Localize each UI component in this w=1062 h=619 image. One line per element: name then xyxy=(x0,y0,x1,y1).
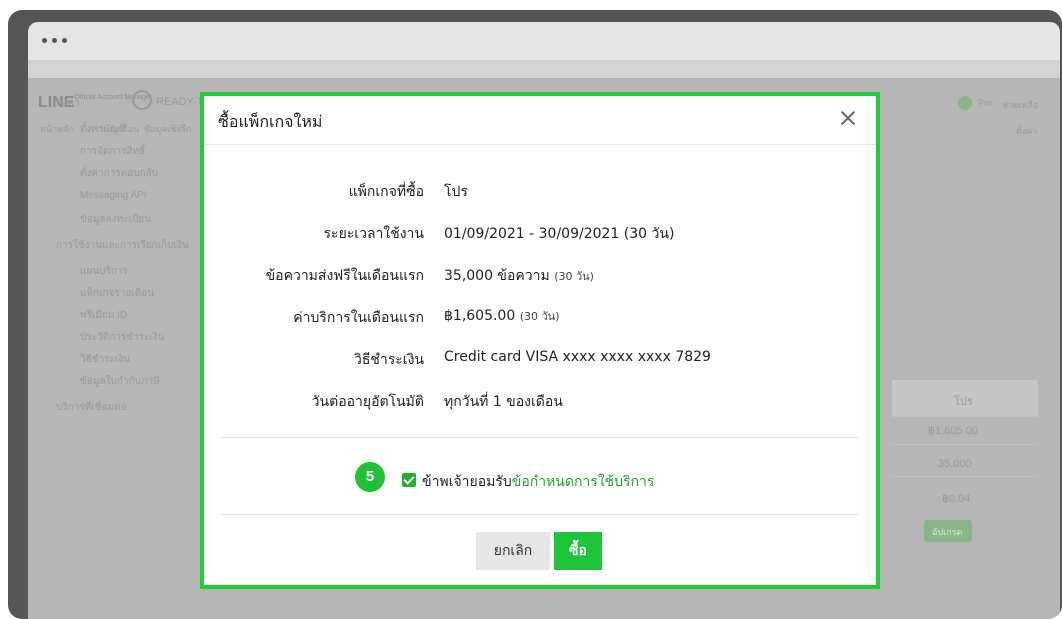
sidebar-item[interactable]: Messaging API xyxy=(80,190,147,201)
sidebar-item[interactable]: วิธีชำระเงิน xyxy=(80,352,130,367)
table-col-header-text: โปร xyxy=(954,396,973,408)
sidebar-item[interactable]: ตั้งค่า xyxy=(56,96,80,111)
window-dot[interactable] xyxy=(62,38,67,43)
detail-value: 01/09/2021 - 30/09/2021 (30 วัน) xyxy=(444,226,675,242)
detail-label: วันต่ออายุอัตโนมัติ xyxy=(311,394,424,410)
detail-label: ระยะเวลาใช้งาน xyxy=(323,226,424,242)
browser-chrome xyxy=(28,22,1060,78)
upgrade-button-label: อัปเกรด xyxy=(932,527,963,537)
plan-label: Pro xyxy=(978,98,993,108)
sidebar-item[interactable]: บริการที่เชื่อมต่อ xyxy=(56,400,127,415)
table-divider xyxy=(892,476,1038,477)
detail-value: Credit card VISA xxxx xxxx xxxx 7829 xyxy=(444,349,711,365)
modal-title: ซื้อแพ็กเกจใหม่ xyxy=(218,112,323,131)
detail-row: แพ็กเกจที่ซื้อ โปร xyxy=(204,178,876,202)
account-avatar-icon[interactable] xyxy=(132,90,152,110)
detail-row: ค่าบริการในเดือนแรก ฿1,605.00 (30 วัน) xyxy=(204,304,876,328)
detail-value: 35,000 ข้อความ (30 วัน) xyxy=(444,268,594,284)
detail-row: วิธีชำระเงิน Credit card VISA xxxx xxxx … xyxy=(204,346,876,370)
modal-header: ซื้อแพ็กเกจใหม่ xyxy=(204,96,876,145)
table-divider xyxy=(892,416,1038,417)
detail-row: วันต่ออายุอัตโนมัติ ทุกวันที่ 1 ของเดือน xyxy=(204,388,876,412)
detail-label: วิธีชำระเงิน xyxy=(354,352,424,368)
pro-status-icon xyxy=(958,96,972,110)
terms-checkbox[interactable] xyxy=(402,473,416,487)
close-icon[interactable] xyxy=(836,106,860,130)
terms-link[interactable]: ข้อกำหนดการใช้บริการ xyxy=(512,474,655,490)
sidebar-item[interactable]: ประวัติการชำระเงิน xyxy=(80,330,165,345)
agree-text: ข้าพเจ้ายอมรับ xyxy=(422,474,512,490)
detail-label: ค่าบริการในเดือนแรก xyxy=(293,310,424,326)
terms-agreement: ข้าพเจ้ายอมรับข้อกำหนดการใช้บริการ xyxy=(422,471,654,493)
divider xyxy=(222,514,858,515)
detail-label: แพ็กเกจที่ซื้อ xyxy=(348,184,424,200)
detail-value: ทุกวันที่ 1 ของเดือน xyxy=(444,394,563,410)
detail-label: ข้อความส่งฟรีในเดือนแรก xyxy=(265,268,424,284)
detail-row: ข้อความส่งฟรีในเดือนแรก 35,000 ข้อความ (… xyxy=(204,262,876,286)
detail-row: ระยะเวลาใช้งาน 01/09/2021 - 30/09/2021 (… xyxy=(204,220,876,244)
address-bar[interactable] xyxy=(28,60,1060,78)
detail-value: ฿1,605.00 (30 วัน) xyxy=(444,308,560,324)
sidebar-item[interactable]: แพ็กเกจรายเดือน xyxy=(80,286,154,301)
cancel-button[interactable]: ยกเลิก xyxy=(476,532,550,570)
table-cell: ฿0.04 xyxy=(942,493,971,505)
step-badge: 5 xyxy=(355,462,385,492)
table-divider xyxy=(892,444,1038,445)
table-cell: 35,000 xyxy=(938,458,972,470)
sidebar-item[interactable]: พรีเมียม ID xyxy=(80,308,127,323)
sidebar-item[interactable]: การจัดการสิทธิ์ xyxy=(80,144,145,159)
window-dots xyxy=(42,38,67,43)
purchase-package-modal: ซื้อแพ็กเกจใหม่ แพ็กเกจที่ซื้อ โปร ระยะเ… xyxy=(200,92,880,589)
detail-value: โปร xyxy=(444,184,468,200)
sidebar-item[interactable]: ตั้งค่าบัญชี xyxy=(80,122,125,137)
window-dot[interactable] xyxy=(52,38,57,43)
sidebar-item[interactable]: แผนบริการ xyxy=(80,264,128,279)
sidebar-item[interactable]: ข้อมูลใบกำกับภาษี xyxy=(80,374,160,389)
nav-tab-insight[interactable]: ข้อมูลเชิงลึก xyxy=(144,122,192,136)
sidebar-item[interactable]: ตั้งค่าการตอบกลับ xyxy=(80,166,158,181)
buy-button[interactable]: ซื้อ xyxy=(554,532,602,570)
window-dot[interactable] xyxy=(42,38,47,43)
settings-link[interactable]: ตั้งค่า xyxy=(1016,124,1037,138)
table-cell: ฿1,605.00 xyxy=(928,425,978,437)
sidebar-item[interactable]: ข้อมูลลงทะเบียน xyxy=(80,212,151,227)
help-link[interactable]: ช่วยเหลือ xyxy=(1002,98,1038,112)
sidebar-item[interactable]: การใช้งานและการเรียกเก็บเงิน xyxy=(56,238,189,253)
divider xyxy=(222,437,858,438)
nav-tab-home[interactable]: หน้าหลัก xyxy=(40,122,74,136)
